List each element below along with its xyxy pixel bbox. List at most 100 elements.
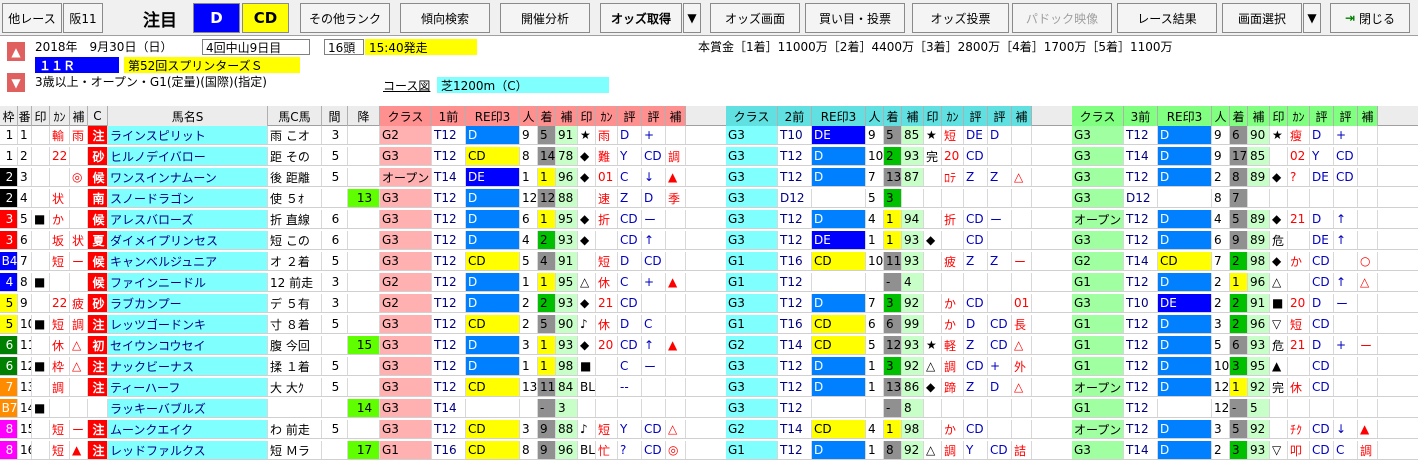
table-row[interactable]: 816短▲注レッドファルクス短 Ｍラ17G1T16CD8996BL忙?CD◎G1… [0, 441, 1418, 460]
horse-number: 8 [18, 273, 32, 291]
horse-number: 14 [18, 399, 32, 417]
horse-name: ムーンクエイク [108, 420, 268, 438]
column-header[interactable]: クラス [380, 106, 432, 126]
screen-select-button[interactable]: 画面選択 [1222, 3, 1302, 33]
column-header[interactable]: 人 [520, 106, 538, 126]
table-row[interactable]: 1 2 22 砂ヒルノデイバロー距 その 5 G3 T12 CD 8 14 78 ◆ 難 Y CD 調 G3 T1… [0, 147, 1418, 166]
prev-race-arrow-icon[interactable]: ▲ [7, 42, 25, 61]
trend-search-button[interactable]: 傾向検索 [400, 3, 490, 33]
table-row[interactable]: B714■ラッキーバブルズ14G3T14-3G3T12-8G1T1212-5 [0, 399, 1418, 418]
past-race-cell: BL [580, 378, 596, 396]
table-row[interactable]: 510■短調注レッツゴードンキ寸 ８着5G3T12CD2590♪休DCG1T16… [0, 315, 1418, 334]
past-race-cell: CD [1310, 420, 1334, 438]
rank-d-button[interactable]: D [193, 3, 240, 33]
column-header[interactable]: 評 [988, 106, 1012, 126]
column-header[interactable]: 評 [1334, 106, 1358, 126]
column-header[interactable]: 評 [618, 106, 642, 126]
class-chip: 候 [88, 210, 108, 228]
course-map-link[interactable]: コース図 [383, 79, 430, 93]
column-header[interactable]: 間 [322, 106, 348, 126]
rank-cd-button[interactable]: CD [242, 3, 289, 33]
past-race-cell: D [1158, 168, 1212, 186]
hanshin-11-button[interactable]: 阪11 [63, 3, 103, 33]
odds-screen-button[interactable]: オッズ画面 [710, 3, 800, 33]
column-header[interactable]: クラス [1072, 106, 1124, 126]
column-header[interactable]: RE印3 [812, 106, 866, 126]
past-race-cell: D [812, 168, 866, 186]
column-header[interactable]: 補 [1012, 106, 1032, 126]
past-race-cell: D [618, 315, 642, 333]
column-header[interactable]: 人 [1212, 106, 1230, 126]
column-header[interactable]: 補 [70, 106, 88, 126]
column-header[interactable]: 補 [1358, 106, 1378, 126]
race-result-button[interactable]: レース結果 [1117, 3, 1217, 33]
table-row[interactable]: 2 4 状南スノードラゴン使 ５ｵ 13 G3 T12 D 12 12 88 速 Z D 季 G3 D12 5 3… [0, 189, 1418, 208]
column-header[interactable]: 着 [884, 106, 902, 126]
table-row[interactable]: 5 9 22 疲砂ラブカンプーデ ５有 3 G2 T12 D 2 2 93 ◆ 21 CD G3 T12 D 7… [0, 294, 1418, 313]
table-row[interactable]: 611休△初セイウンコウセイ腹 今回15G3T12D3193◆20CD↑▲G2T… [0, 336, 1418, 355]
past-race-cell: ◆ [578, 336, 596, 354]
column-header[interactable]: 評 [1310, 106, 1334, 126]
column-header[interactable]: 馬C馬 [268, 106, 322, 126]
get-odds-button[interactable]: オッズ取得 [600, 3, 682, 33]
odds-dropdown-button[interactable]: ▼ [683, 3, 701, 33]
table-row[interactable]: 713調注ティーハーフ大 大ｸ5G3T12CD131184BL--G3T12D1… [0, 378, 1418, 397]
past-race-cell: G3 [1072, 126, 1124, 144]
screen-dropdown-button[interactable]: ▼ [1303, 3, 1321, 33]
race-name: 第52回スプリンターズＳ [124, 57, 300, 73]
past-race-cell: ↓ [642, 168, 666, 186]
column-header[interactable]: 評 [964, 106, 988, 126]
table-row[interactable]: 4 8 ■ 候ファインニードル 12 前走 3 G2 T12 D 1 1 95 △ 休 C + ▲ G1 T12-4… [0, 273, 1418, 292]
table-row[interactable]: B4 7 短ー候キャンベルジュニアオ ２着 5 G3 T12 CD 5 4 91 短 D CD G1 T16… [0, 252, 1418, 271]
table-row[interactable]: 3 5 ■ か候アレスバローズ折 直線 6 G3 T12 D 6 1 95 ◆ 折 CD ー G3 T12 D 4 1… [0, 210, 1418, 229]
table-row[interactable]: 2 3 ◎ 候ワンスインナムーン後 距離 5 オープン T14 DE 1 1 96 ◆ 01 C ↓ ▲ G3 T… [0, 168, 1418, 187]
column-header[interactable]: 3前 [1124, 106, 1158, 126]
mark: ■ [32, 357, 50, 375]
other-rank-button[interactable]: その他ランク [300, 3, 390, 33]
odds-vote-button[interactable]: オッズ投票 [912, 3, 1009, 33]
column-header[interactable]: ｶﾝ [942, 106, 964, 126]
column-header[interactable]: 印 [1270, 106, 1288, 126]
column-header[interactable]: 降 [348, 106, 380, 126]
table-row[interactable]: 815短ー注ムーンクエイクわ 前走5G3T12CD3988♪短YCD△G2T14… [0, 420, 1418, 439]
past-race-cell: 6 [1230, 126, 1248, 144]
horse-name: ラブカンプー [108, 294, 268, 312]
column-header[interactable]: 番 [18, 106, 32, 126]
next-race-arrow-icon[interactable]: ▼ [7, 73, 25, 92]
other-race-button[interactable]: 他レース [2, 3, 62, 33]
column-header[interactable]: 補 [902, 106, 924, 126]
column-header[interactable]: RE印3 [1158, 106, 1212, 126]
meet-analysis-button[interactable]: 開催分析 [500, 3, 590, 33]
past-race-cell: T14 [432, 168, 466, 186]
column-header[interactable]: 枠 [0, 106, 18, 126]
column-header[interactable]: C [88, 106, 108, 126]
column-header[interactable]: クラス [726, 106, 778, 126]
column-header[interactable]: 印 [32, 106, 50, 126]
column-header[interactable]: 馬名S [108, 106, 268, 126]
past-race-cell: ◆ [1270, 210, 1288, 228]
table-row[interactable]: 3 6 坂状夏ダイメイプリンセス短 この 6 G3 T12 D 4 2 93 ◆ CD ↑ G3 T12 DE… [0, 231, 1418, 250]
table-row[interactable]: 612■枠△注ナックビーナス揉 １着5G3T12D1198■CーG3T12D13… [0, 357, 1418, 376]
column-header[interactable]: 1前 [432, 106, 466, 126]
close-button[interactable]: ⇥ 閉じる [1330, 3, 1410, 33]
column-header[interactable]: ｶﾝ [596, 106, 618, 126]
column-header[interactable]: 2前 [778, 106, 812, 126]
past-race-cell: 危 [1270, 231, 1288, 249]
column-header[interactable]: 着 [538, 106, 556, 126]
column-header[interactable]: RE印3 [466, 106, 520, 126]
table-row[interactable]: 1 1 輸雨注ラインスピリット雨 こオ 3 G2 T12 D 9 5 91 ★ 雨 D + G3 T10 DE 9… [0, 126, 1418, 145]
column-header[interactable]: 補 [1248, 106, 1270, 126]
column-header[interactable]: 印 [924, 106, 942, 126]
column-header[interactable]: 印 [578, 106, 596, 126]
bet-button[interactable]: 買い目・投票 [805, 3, 905, 33]
past-race-cell: 6 [520, 210, 538, 228]
column-header[interactable]: ｶﾝ [50, 106, 70, 126]
column-header[interactable]: 着 [1230, 106, 1248, 126]
column-header[interactable]: 補 [556, 106, 578, 126]
column-header[interactable]: 補 [666, 106, 686, 126]
paddock-video-button[interactable]: パドック映像 [1012, 3, 1112, 33]
column-header[interactable]: ｶﾝ [1288, 106, 1310, 126]
past-race-cell [1270, 399, 1288, 417]
column-header[interactable]: 人 [866, 106, 884, 126]
column-header[interactable]: 評 [642, 106, 666, 126]
